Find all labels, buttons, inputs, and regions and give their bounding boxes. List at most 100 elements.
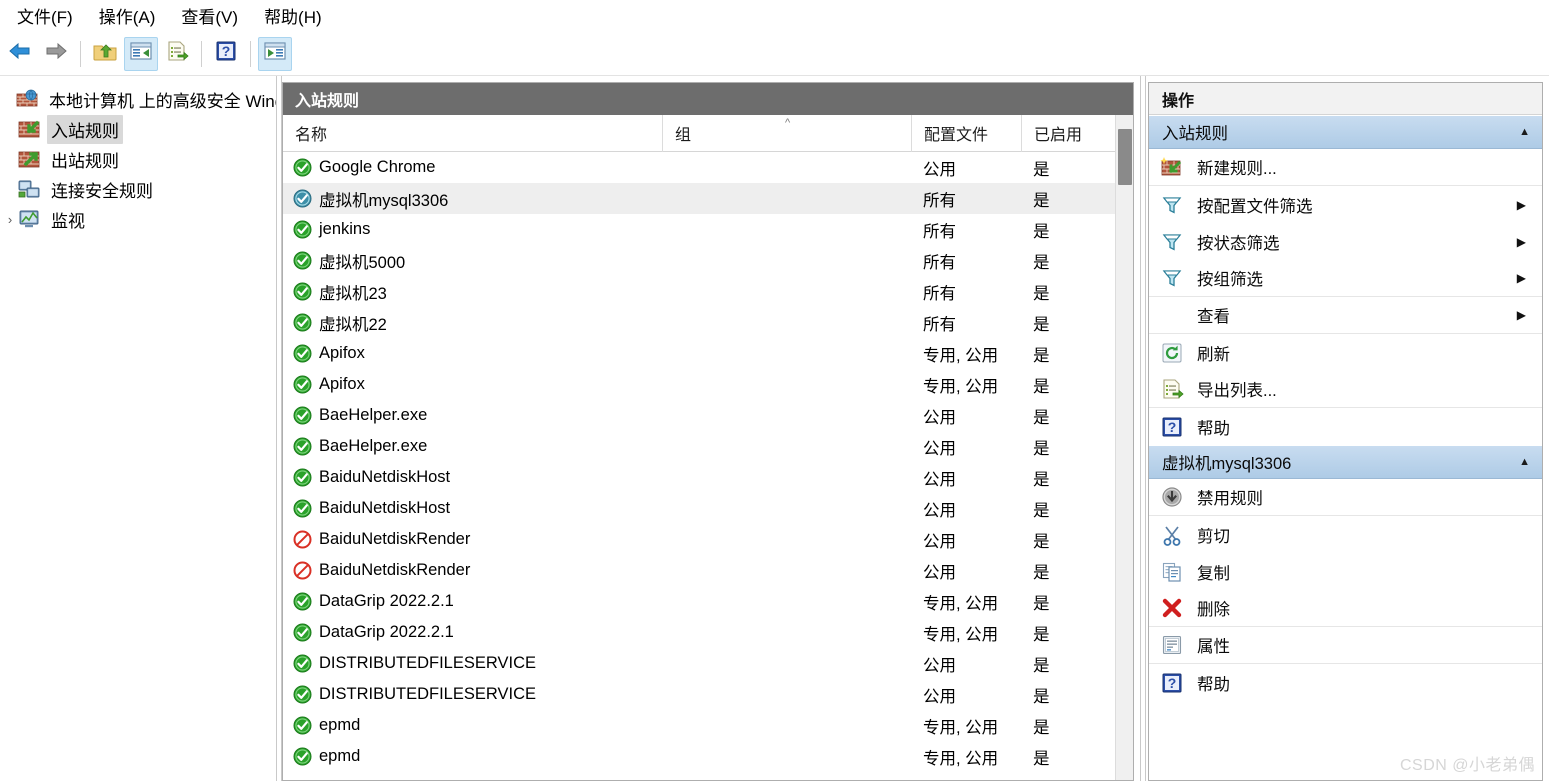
action-filter-by-state[interactable]: 按状态筛选 ▶ <box>1149 223 1542 260</box>
allow-check-icon <box>292 499 312 519</box>
action-filter-by-profile[interactable]: 按配置文件筛选 ▶ <box>1149 186 1542 223</box>
action-item-label: 按组筛选 <box>1197 271 1263 289</box>
submenu-arrow-icon: ▶ <box>1516 197 1526 212</box>
table-row[interactable]: 虚拟机mysql3306 所有 是 <box>283 183 1133 214</box>
collapse-chevron-icon[interactable]: ▲ <box>1519 456 1530 468</box>
rule-name-label: BaiduNetdiskHost <box>319 468 451 486</box>
table-row[interactable]: Apifox 专用, 公用 是 <box>283 369 1133 400</box>
rule-group-cell <box>662 152 911 183</box>
rule-enabled-cell: 是 <box>1033 656 1050 675</box>
table-row[interactable]: epmd 专用, 公用 是 <box>283 741 1133 772</box>
tree-item-2[interactable]: 连接安全规则 <box>0 174 276 204</box>
menu-view[interactable]: 查看(V) <box>168 0 251 32</box>
filter-icon <box>1159 266 1185 290</box>
table-row[interactable]: BaiduNetdiskRender 公用 是 <box>283 555 1133 586</box>
block-icon <box>292 530 312 550</box>
back-arrow-icon <box>7 40 33 67</box>
action-new-rule[interactable]: 新建规则... <box>1149 149 1542 186</box>
action-group-inbound-rules[interactable]: 入站规则 ▲ <box>1149 115 1542 149</box>
action-filter-by-group[interactable]: 按组筛选 ▶ <box>1149 260 1542 297</box>
table-row[interactable]: 虚拟机23 所有 是 <box>283 276 1133 307</box>
table-row[interactable]: 虚拟机5000 所有 是 <box>283 245 1133 276</box>
rule-enabled-cell: 是 <box>1033 501 1050 520</box>
table-row[interactable]: DataGrip 2022.2.1 专用, 公用 是 <box>283 586 1133 617</box>
forward-button[interactable] <box>39 37 73 71</box>
block-icon <box>292 561 312 581</box>
inbound-rules-icon <box>18 118 40 140</box>
column-name[interactable]: 名称 <box>283 115 662 152</box>
rule-enabled-cell: 是 <box>1033 532 1050 551</box>
tree-item-1[interactable]: 出站规则 <box>0 144 276 174</box>
tree-item-root[interactable]: 本地计算机 上的高级安全 Wind <box>0 84 276 114</box>
table-row[interactable]: BaiduNetdiskHost 公用 是 <box>283 493 1133 524</box>
action-export-list[interactable]: 导出列表... <box>1149 371 1542 408</box>
rule-name-cell: 虚拟机22 <box>283 307 662 338</box>
svg-text:?: ? <box>222 43 231 59</box>
action-view[interactable]: 查看 ▶ <box>1149 297 1542 334</box>
list-vertical-scrollbar[interactable] <box>1115 115 1133 780</box>
up-folder-button[interactable] <box>88 37 122 71</box>
allow-check-icon <box>292 251 312 271</box>
table-row[interactable]: BaiduNetdiskRender 公用 是 <box>283 524 1133 555</box>
action-disable-rule[interactable]: 禁用规则 <box>1149 479 1542 516</box>
action-copy[interactable]: 复制 <box>1149 553 1542 590</box>
action-item-label: 按配置文件筛选 <box>1197 197 1313 216</box>
table-row[interactable]: BaeHelper.exe 公用 是 <box>283 431 1133 462</box>
action-help[interactable]: ? 帮助 <box>1149 664 1542 701</box>
action-refresh[interactable]: 刷新 <box>1149 334 1542 371</box>
console-tree-pane: 本地计算机 上的高级安全 Wind 入站规则 出站规则 连接安全规则 › 监视 <box>0 76 276 781</box>
scrollbar-thumb[interactable] <box>1118 129 1132 185</box>
rule-group-cell <box>662 741 911 772</box>
table-row[interactable]: Google Chrome 公用 是 <box>283 152 1133 183</box>
column-group[interactable]: 组 ^ <box>662 114 911 152</box>
table-row[interactable]: Apifox 专用, 公用 是 <box>283 338 1133 369</box>
outbound-rules-icon <box>18 148 40 170</box>
action-item-label: 剪切 <box>1197 527 1230 546</box>
rule-profile-cell: 专用, 公用 <box>923 718 999 737</box>
table-row[interactable]: jenkins 所有 是 <box>283 214 1133 245</box>
allow-check-icon <box>292 685 312 705</box>
pane-splitter-right[interactable] <box>1140 76 1146 781</box>
column-profile[interactable]: 配置文件 <box>911 114 1021 152</box>
tree-item-3[interactable]: › 监视 <box>0 204 276 234</box>
rule-enabled-cell: 是 <box>1033 284 1050 303</box>
action-cut[interactable]: 剪切 <box>1149 516 1542 553</box>
table-row[interactable]: DISTRIBUTEDFILESERVICE 公用 是 <box>283 679 1133 710</box>
allow-check-icon <box>292 344 312 364</box>
action-group-title: 入站规则 <box>1162 125 1228 143</box>
tree-item-0[interactable]: 入站规则 <box>0 114 276 144</box>
table-row[interactable]: epmd 专用, 公用 是 <box>283 710 1133 741</box>
menu-file[interactable]: 文件(F) <box>4 0 86 32</box>
table-row[interactable]: BaeHelper.exe 公用 是 <box>283 400 1133 431</box>
rule-profile-cell: 公用 <box>923 532 956 551</box>
console-panes: 本地计算机 上的高级安全 Wind 入站规则 出站规则 连接安全规则 › 监视 入站规则 … <box>0 76 1549 781</box>
action-properties[interactable]: 属性 <box>1149 627 1542 664</box>
show-hide-tree-button[interactable] <box>124 36 158 71</box>
column-enabled[interactable]: 已启用 <box>1021 114 1113 152</box>
column-header-label: 配置文件 <box>924 127 989 144</box>
export-list-button[interactable] <box>160 37 194 71</box>
table-row[interactable]: DISTRIBUTEDFILESERVICE 公用 是 <box>283 648 1133 679</box>
show-hide-action-pane-button[interactable] <box>258 36 292 71</box>
menu-help[interactable]: 帮助(H) <box>251 0 335 32</box>
action-delete[interactable]: 删除 <box>1149 590 1542 627</box>
table-row[interactable]: DataGrip 2022.2.1 专用, 公用 是 <box>283 617 1133 648</box>
rule-name-label: DataGrip 2022.2.1 <box>319 623 454 641</box>
help-button[interactable]: ? <box>209 37 243 71</box>
filter-icon <box>1159 193 1185 217</box>
rule-profile-cell: 专用, 公用 <box>923 346 999 365</box>
chevron-right-icon[interactable]: › <box>2 212 18 227</box>
collapse-chevron-icon[interactable]: ▲ <box>1519 126 1530 138</box>
rule-group-cell <box>662 710 911 741</box>
firewall-computer-icon <box>16 88 38 110</box>
table-row[interactable]: 虚拟机22 所有 是 <box>283 307 1133 338</box>
back-button[interactable] <box>3 37 37 71</box>
rule-profile-cell: 公用 <box>923 439 956 458</box>
rule-enabled-cell: 是 <box>1033 253 1050 272</box>
table-row[interactable]: BaiduNetdiskHost 公用 是 <box>283 462 1133 493</box>
action-group-title: 虚拟机mysql3306 <box>1162 455 1292 473</box>
action-item-label: 新建规则... <box>1197 160 1277 178</box>
action-help[interactable]: ? 帮助 <box>1149 408 1542 445</box>
action-group-selected-rule[interactable]: 虚拟机mysql3306 ▲ <box>1149 445 1542 479</box>
menu-action[interactable]: 操作(A) <box>86 0 169 32</box>
